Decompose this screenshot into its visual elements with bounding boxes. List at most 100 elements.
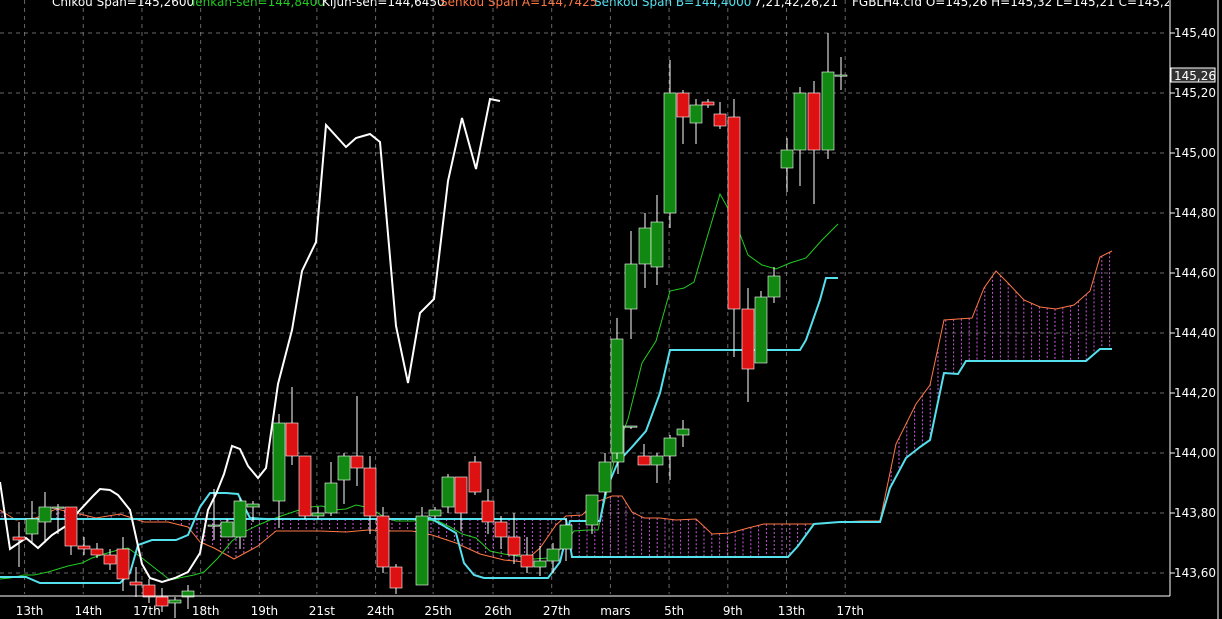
x-tick-label-6: 24th [367, 604, 395, 618]
candle-24 [350, 396, 364, 486]
candle-48 [610, 318, 624, 459]
candle-body-31 [454, 476, 468, 514]
candle-body-61 [780, 149, 794, 169]
candle-55 [701, 99, 715, 108]
candle-28 [415, 507, 429, 586]
candle-62 [793, 87, 807, 186]
candle-body-17 [246, 503, 260, 508]
candle-36 [520, 537, 534, 573]
candle-body-44 [637, 455, 651, 466]
candle-body-36 [520, 554, 534, 568]
candle-body-37 [533, 560, 547, 568]
candle-body-32 [468, 461, 482, 493]
candle-body-26 [376, 515, 390, 568]
candle-60 [767, 267, 781, 303]
candle-body-20 [298, 455, 312, 517]
candle-1 [25, 501, 39, 543]
candle-body-41 [598, 461, 612, 493]
kumo-cloud [1, 252, 1111, 562]
candle-body-40 [585, 494, 599, 526]
candle-43 [624, 425, 638, 429]
x-tick-label-11: 5th [664, 604, 684, 618]
candle-body-21 [311, 512, 325, 517]
candle-34 [494, 516, 508, 549]
candle-9 [129, 567, 143, 597]
candle-body-65 [834, 74, 848, 77]
x-tick-label-10: mars [600, 604, 630, 618]
candle-body-47 [676, 428, 690, 436]
candle-body-7 [103, 554, 117, 565]
candle-31 [454, 476, 468, 531]
y-tick-label-1: 143,80 [1174, 506, 1216, 520]
candle-body-64 [821, 71, 835, 151]
candle-41 [598, 453, 612, 495]
candle-body-1 [25, 518, 39, 535]
candle-46 [663, 435, 677, 480]
candle-body-55 [701, 101, 715, 106]
candle-59 [754, 291, 768, 364]
candle-body-9 [129, 581, 143, 586]
candle-body-4 [64, 506, 78, 547]
candle-body-30 [441, 476, 455, 508]
candle-body-52 [663, 92, 677, 214]
candle-15 [220, 519, 234, 538]
y-tick-label-4: 144,40 [1174, 326, 1216, 340]
candle-18 [272, 414, 286, 528]
candle-57 [727, 99, 741, 357]
candlesticks [12, 33, 848, 618]
candle-body-39 [559, 524, 573, 550]
candle-body-57 [727, 116, 741, 310]
candle-body-34 [494, 521, 508, 538]
candle-25 [363, 456, 377, 534]
candle-body-38 [546, 548, 560, 562]
x-tick-label-12: 9th [723, 604, 743, 618]
candle-body-33 [481, 500, 495, 523]
candle-body-12 [168, 599, 182, 604]
candle-body-0 [12, 536, 26, 541]
x-tick-label-14: 17th [836, 604, 864, 618]
senkou-a-line [0, 250, 1113, 563]
candle-20 [298, 455, 312, 519]
candle-body-5 [77, 545, 91, 550]
candle-body-27 [389, 566, 403, 589]
candle-body-10 [142, 584, 156, 598]
candle-64 [821, 33, 835, 159]
candle-body-28 [415, 515, 429, 586]
candle-32 [468, 456, 482, 495]
x-tick-label-8: 26th [484, 604, 512, 618]
candle-body-48 [610, 338, 624, 454]
candle-38 [546, 543, 560, 573]
candle-37 [533, 546, 547, 576]
candle-body-2 [38, 506, 52, 523]
candle-7 [103, 549, 117, 570]
candle-4 [64, 506, 78, 555]
candle-58 [741, 288, 755, 402]
x-tick-label-4: 19th [251, 604, 279, 618]
chart-window: Chikou Span=145,2600 Tenkan-sen=144,8400… [0, 0, 1222, 619]
candle-22 [324, 462, 338, 516]
candle-body-63 [807, 92, 821, 151]
candle-23 [337, 453, 351, 504]
x-tick-label-13: 13th [778, 604, 806, 618]
candle-body-45 [650, 455, 664, 466]
candle-body-62 [793, 92, 807, 151]
candle-44 [637, 444, 651, 466]
y-tick-label-0: 143,60 [1174, 566, 1216, 580]
candle-body-18 [272, 422, 286, 502]
candle-2 [38, 492, 52, 543]
candle-21 [311, 507, 325, 519]
candle-body-3 [51, 506, 65, 509]
price-chart[interactable]: 143,60 143,80 144,00 144,20 144,40 144,60 144,… [0, 0, 1222, 619]
candle-body-35 [507, 536, 521, 556]
candle-27 [389, 564, 403, 594]
y-tick-label-6: 144,80 [1174, 206, 1216, 220]
candle-12 [168, 597, 182, 618]
candle-5 [77, 537, 91, 555]
candle-body-6 [90, 548, 104, 556]
candle-53 [676, 90, 690, 144]
y-tick-label-8: 145,20 [1174, 86, 1216, 100]
candle-body-53 [676, 92, 690, 118]
candle-50 [638, 213, 652, 288]
x-tick-label-5: 21st [309, 604, 336, 618]
candle-47 [676, 420, 690, 447]
